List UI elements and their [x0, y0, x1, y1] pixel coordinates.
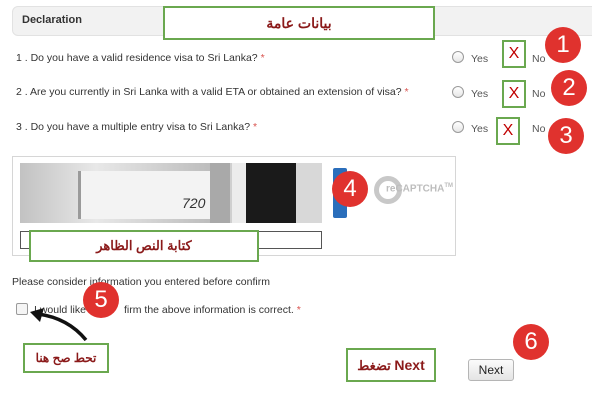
step-4-badge: 4 [332, 171, 368, 207]
q2-no-mark[interactable]: X [502, 80, 526, 108]
question-3: 3 . Do you have a multiple entry visa to… [16, 121, 257, 133]
q1-yes-radio[interactable] [452, 51, 464, 63]
q2-yes-label: Yes [471, 88, 489, 100]
required-mark: * [296, 304, 301, 316]
question-1: 1 . Do you have a valid residence visa t… [16, 52, 265, 64]
general-info-annotation: بيانات عامة [163, 6, 435, 40]
question-3-text: 3 . Do you have a multiple entry visa to… [16, 121, 251, 133]
step-1-badge: 1 [545, 27, 581, 63]
confirm-checkbox[interactable] [16, 303, 28, 315]
next-annotation-bold: Next [394, 357, 425, 373]
q1-no-label: No [532, 53, 546, 65]
next-button[interactable]: Next [468, 359, 514, 381]
recaptcha-brand: reCAPTCHA [386, 183, 445, 195]
captcha-post [210, 163, 230, 223]
next-annotation: Next تضغط [346, 348, 436, 382]
q2-no-label: No [532, 88, 546, 100]
captcha-gap [232, 163, 246, 223]
checkbox-annotation: تحط صح هنا [23, 343, 109, 373]
step-2-badge: 2 [551, 70, 587, 106]
captcha-window [246, 163, 296, 223]
q1-yes-label: Yes [471, 53, 489, 65]
required-mark: * [252, 121, 258, 133]
step-6-badge: 6 [513, 324, 549, 360]
q3-yes-radio[interactable] [452, 121, 464, 133]
captcha-frame [296, 163, 322, 223]
required-mark: * [260, 52, 265, 64]
captcha-image: 720 [20, 163, 322, 223]
question-2-text: 2 . Are you currently in Sri Lanka with … [16, 86, 402, 98]
question-1-text: 1 . Do you have a valid residence visa t… [16, 52, 258, 64]
required-mark: * [404, 86, 409, 98]
q3-no-label: No [532, 123, 546, 135]
arrow-icon [30, 308, 88, 342]
declaration-title: Declaration [22, 14, 82, 26]
confirm-label-end: firm the above information is correct. [124, 304, 294, 316]
captcha-annotation: كتابة النص الظاهر [29, 230, 259, 262]
q3-no-mark[interactable]: X [496, 117, 520, 145]
q2-yes-radio[interactable] [452, 86, 464, 98]
confirm-label: firm the above information is correct. * [124, 304, 301, 316]
next-annotation-text: تضغط [357, 358, 391, 373]
captcha-text: 720 [182, 195, 206, 211]
confirm-note: Please consider information you entered … [12, 276, 270, 288]
q3-yes-label: Yes [471, 123, 489, 135]
question-2: 2 . Are you currently in Sri Lanka with … [16, 86, 409, 98]
recaptcha-tm: TM [444, 183, 454, 189]
step-3-badge: 3 [548, 118, 584, 154]
recaptcha-logo: reCAPTCHATM [386, 183, 453, 194]
q1-no-mark[interactable]: X [502, 40, 526, 68]
